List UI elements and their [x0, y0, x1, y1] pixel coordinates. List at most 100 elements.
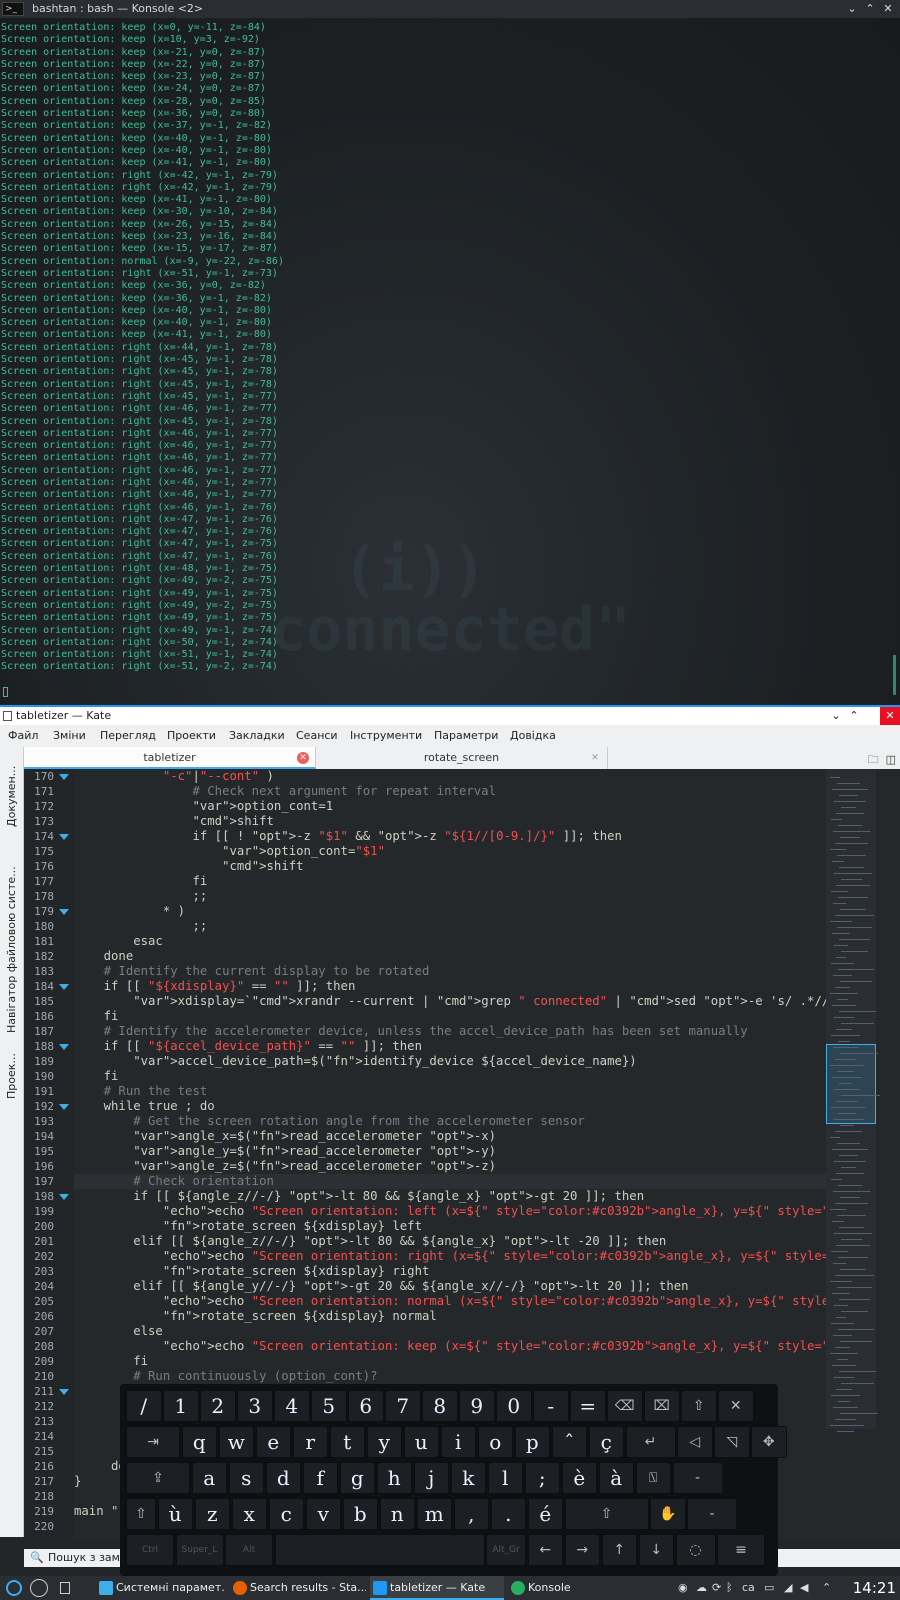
close-icon[interactable]: ✕: [297, 752, 309, 764]
key-11-r3[interactable]: è: [561, 1462, 597, 1494]
key-2-r2[interactable]: w: [218, 1426, 254, 1458]
terminal-output[interactable]: Screen orientation: keep (x=0, y=-11, z=…: [0, 18, 900, 705]
key-11-r4[interactable]: é: [527, 1498, 563, 1530]
key-0-r5[interactable]: Ctrl: [126, 1534, 174, 1566]
code-line[interactable]: "fn">rotate_screen ${xdisplay} normal: [74, 1309, 850, 1324]
key-7-r1[interactable]: 7: [385, 1390, 421, 1422]
key-2-r1[interactable]: 2: [200, 1390, 236, 1422]
minimize-icon[interactable]: ⌄: [828, 707, 844, 725]
sidebar-tab-filesystem[interactable]: Навігатор файловою систе...: [3, 843, 21, 1033]
key-5-r2[interactable]: t: [329, 1426, 365, 1458]
key-15-r2[interactable]: ◹: [714, 1426, 750, 1458]
code-line[interactable]: done: [74, 949, 850, 964]
key-10-r4[interactable]: .: [490, 1498, 526, 1530]
battery-icon[interactable]: ▭: [764, 1576, 774, 1600]
menu-sessions[interactable]: Сеанси: [296, 725, 338, 747]
key-16-r1[interactable]: ✕: [718, 1390, 754, 1422]
code-line[interactable]: # Run the test: [74, 1084, 850, 1099]
taskbar-item-konsole[interactable]: Konsole: [508, 1576, 638, 1600]
code-line[interactable]: # Check next argument for repeat interva…: [74, 784, 850, 799]
key-7-r5[interactable]: ↑: [601, 1534, 637, 1566]
minimap-viewport[interactable]: [826, 1044, 876, 1124]
code-line[interactable]: "var">accel_device_path=$("fn">identify_…: [74, 1054, 850, 1069]
menu-file[interactable]: Файл: [8, 725, 38, 747]
fold-arrow-icon[interactable]: [59, 774, 69, 780]
key-4-r2[interactable]: r: [292, 1426, 328, 1458]
key-6-r3[interactable]: h: [376, 1462, 412, 1494]
key-8-r2[interactable]: i: [440, 1426, 476, 1458]
tab-rotate-screen[interactable]: rotate_screen ✕: [316, 747, 608, 769]
sidebar-tab-documents[interactable]: Докумен...: [3, 755, 21, 827]
key-8-r5[interactable]: ↓: [638, 1534, 674, 1566]
app-launcher-icon[interactable]: [6, 1580, 22, 1596]
key-0-r1[interactable]: /: [126, 1390, 162, 1422]
code-line[interactable]: "var">angle_z=$("fn">read_accelerometer …: [74, 1159, 850, 1174]
fold-arrow-icon[interactable]: [59, 984, 69, 990]
code-line[interactable]: ;;: [74, 919, 850, 934]
key-4-r5[interactable]: Alt_Gr: [486, 1534, 526, 1566]
split-view-icon[interactable]: ◫: [886, 753, 896, 766]
key-0-r4[interactable]: ⇧: [126, 1498, 156, 1530]
key-4-r1[interactable]: 4: [274, 1390, 310, 1422]
key-9-r1[interactable]: 9: [459, 1390, 495, 1422]
fold-arrow-icon[interactable]: [59, 1104, 69, 1110]
cloud-icon[interactable]: ☁: [696, 1576, 707, 1600]
close-icon[interactable]: ✕: [880, 707, 900, 725]
code-line[interactable]: "echo">echo "Screen orientation: left (x…: [74, 1204, 850, 1219]
key-1-r2[interactable]: q: [181, 1426, 217, 1458]
fold-arrow-icon[interactable]: [59, 909, 69, 915]
key-12-r3[interactable]: à: [598, 1462, 634, 1494]
code-line[interactable]: "var">angle_x=$("fn">read_accelerometer …: [74, 1129, 850, 1144]
key-9-r3[interactable]: l: [487, 1462, 523, 1494]
terminal-scrollbar[interactable]: [893, 655, 896, 695]
key-13-r2[interactable]: ↵: [625, 1426, 676, 1458]
key-13-r1[interactable]: ⌫: [607, 1390, 643, 1422]
key-0-r2[interactable]: ⇥: [126, 1426, 180, 1458]
key-14-r1[interactable]: ⌧: [644, 1390, 680, 1422]
key-4-r4[interactable]: c: [268, 1498, 304, 1530]
key-5-r1[interactable]: 5: [311, 1390, 347, 1422]
code-line[interactable]: # Get the screen rotation angle from the…: [74, 1114, 850, 1129]
code-line[interactable]: # Identify the accelerometer device, unl…: [74, 1024, 850, 1039]
code-line[interactable]: fi: [74, 1354, 850, 1369]
key-2-r3[interactable]: s: [228, 1462, 264, 1494]
key-6-r4[interactable]: b: [342, 1498, 378, 1530]
code-line[interactable]: # Identify the current display to be rot…: [74, 964, 850, 979]
fold-arrow-icon[interactable]: [59, 1389, 69, 1395]
key-16-r2[interactable]: ✥: [751, 1426, 787, 1458]
code-line[interactable]: "echo">echo "Screen orientation: normal …: [74, 1294, 850, 1309]
fold-arrow-icon[interactable]: [59, 1194, 69, 1200]
code-line[interactable]: "var">xdisplay=`"cmd">xrandr --current |…: [74, 994, 850, 1009]
key-13-r3[interactable]: ⍂: [635, 1462, 671, 1494]
code-line[interactable]: while true ; do: [74, 1099, 850, 1114]
key-10-r2[interactable]: p: [514, 1426, 550, 1458]
activities-icon[interactable]: [30, 1579, 48, 1597]
key-0-r3[interactable]: ⇪: [126, 1462, 190, 1494]
code-line[interactable]: "var">option_cont="$1": [74, 844, 850, 859]
bluetooth-icon[interactable]: ᛒ: [726, 1576, 733, 1600]
key-14-r4[interactable]: -: [687, 1498, 737, 1530]
code-line[interactable]: ;;: [74, 889, 850, 904]
key-6-r1[interactable]: 6: [348, 1390, 384, 1422]
key-8-r4[interactable]: m: [416, 1498, 452, 1530]
menu-bookmarks[interactable]: Закладки: [229, 725, 285, 747]
key-12-r4[interactable]: ⇧: [564, 1498, 649, 1530]
code-line[interactable]: else: [74, 1324, 850, 1339]
close-icon[interactable]: ✕: [880, 0, 896, 18]
fold-arrow-icon[interactable]: [59, 1044, 69, 1050]
key-3-r3[interactable]: d: [265, 1462, 301, 1494]
key-14-r3[interactable]: -: [672, 1462, 723, 1494]
key-3-r4[interactable]: x: [231, 1498, 267, 1530]
key-7-r2[interactable]: u: [403, 1426, 439, 1458]
key-5-r4[interactable]: v: [305, 1498, 341, 1530]
key-11-r1[interactable]: -: [533, 1390, 569, 1422]
taskbar-item-kate[interactable]: tabletizer — Kate: [370, 1576, 504, 1600]
key-3-r1[interactable]: 3: [237, 1390, 273, 1422]
key-3-r5[interactable]: [274, 1534, 485, 1566]
key-11-r2[interactable]: ˆ: [551, 1426, 587, 1458]
taskbar-item-firefox[interactable]: Search results - Sta...: [230, 1576, 366, 1600]
menu-tools[interactable]: Інструменти: [350, 725, 422, 747]
key-14-r2[interactable]: ◁: [677, 1426, 713, 1458]
chevron-down-icon[interactable]: ⌄: [844, 0, 860, 18]
code-line[interactable]: fi: [74, 874, 850, 889]
